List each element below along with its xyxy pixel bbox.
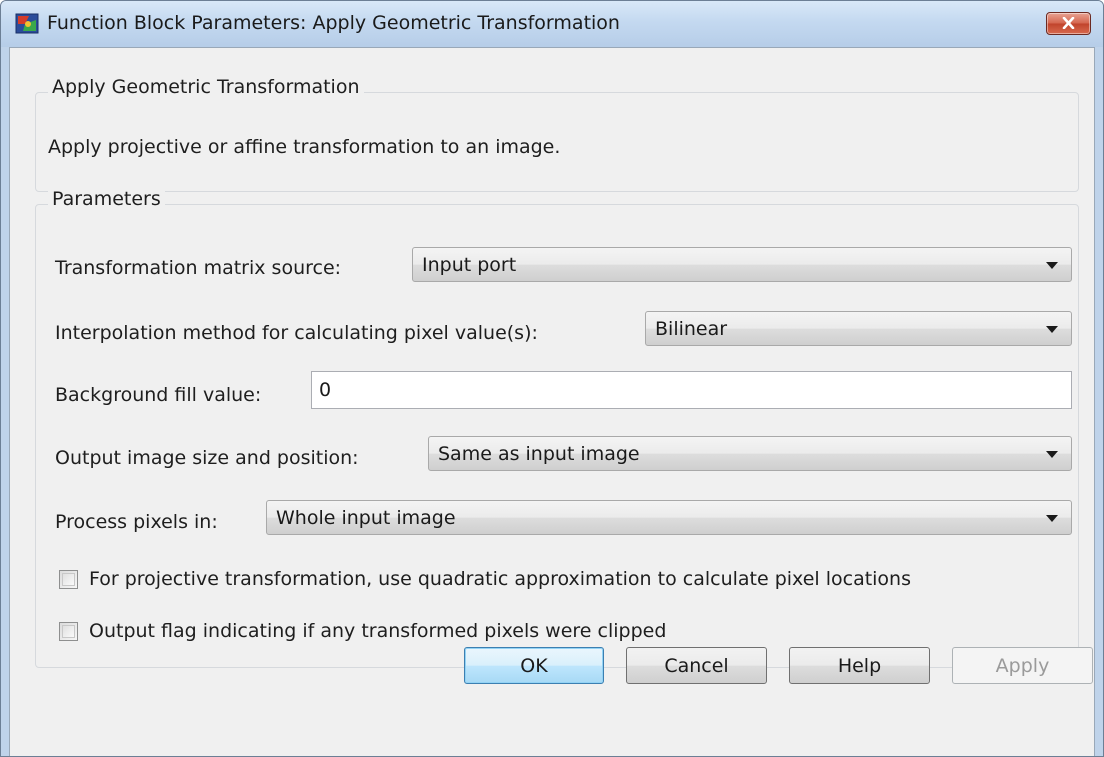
process-pixels-label: Process pixels in: [55, 511, 218, 533]
simulink-block-icon [15, 12, 41, 36]
output-size-label: Output image size and position: [55, 447, 359, 469]
interpolation-value: Bilinear [655, 318, 728, 340]
clip-flag-checkbox[interactable] [59, 622, 78, 641]
background-fill-label: Background fill value: [55, 384, 262, 406]
process-pixels-value: Whole input image [276, 507, 456, 529]
clip-flag-label: Output flag indicating if any transforme… [89, 620, 667, 642]
output-size-dropdown[interactable]: Same as input image [428, 436, 1072, 471]
background-fill-value: 0 [319, 379, 332, 401]
process-pixels-dropdown[interactable]: Whole input image [266, 500, 1072, 535]
apply-button[interactable]: Apply [952, 647, 1093, 684]
block-description: Apply projective or affine transformatio… [48, 136, 561, 158]
help-button[interactable]: Help [789, 647, 930, 684]
chevron-down-icon [1046, 262, 1058, 269]
chevron-down-icon [1046, 515, 1058, 522]
quadratic-approximation-label: For projective transformation, use quadr… [89, 568, 912, 590]
description-group-title: Apply Geometric Transformation [48, 76, 364, 98]
ok-button[interactable]: OK [464, 647, 604, 684]
interpolation-dropdown[interactable]: Bilinear [645, 311, 1072, 346]
parameters-group-title: Parameters [48, 188, 165, 210]
close-icon [1062, 17, 1075, 29]
matrix-source-dropdown[interactable]: Input port [412, 247, 1072, 282]
dialog-window: Function Block Parameters: Apply Geometr… [0, 0, 1104, 757]
chevron-down-icon [1046, 451, 1058, 458]
quadratic-approximation-checkbox[interactable] [59, 570, 78, 589]
close-button[interactable] [1046, 12, 1091, 35]
chevron-down-icon [1046, 326, 1058, 333]
interpolation-label: Interpolation method for calculating pix… [55, 322, 538, 344]
title-bar[interactable]: Function Block Parameters: Apply Geometr… [1, 1, 1103, 47]
matrix-source-label: Transformation matrix source: [55, 257, 342, 279]
cancel-button[interactable]: Cancel [626, 647, 767, 684]
window-title: Function Block Parameters: Apply Geometr… [47, 12, 620, 34]
output-size-value: Same as input image [438, 443, 640, 465]
matrix-source-value: Input port [422, 254, 517, 276]
background-fill-input[interactable]: 0 [311, 371, 1072, 409]
